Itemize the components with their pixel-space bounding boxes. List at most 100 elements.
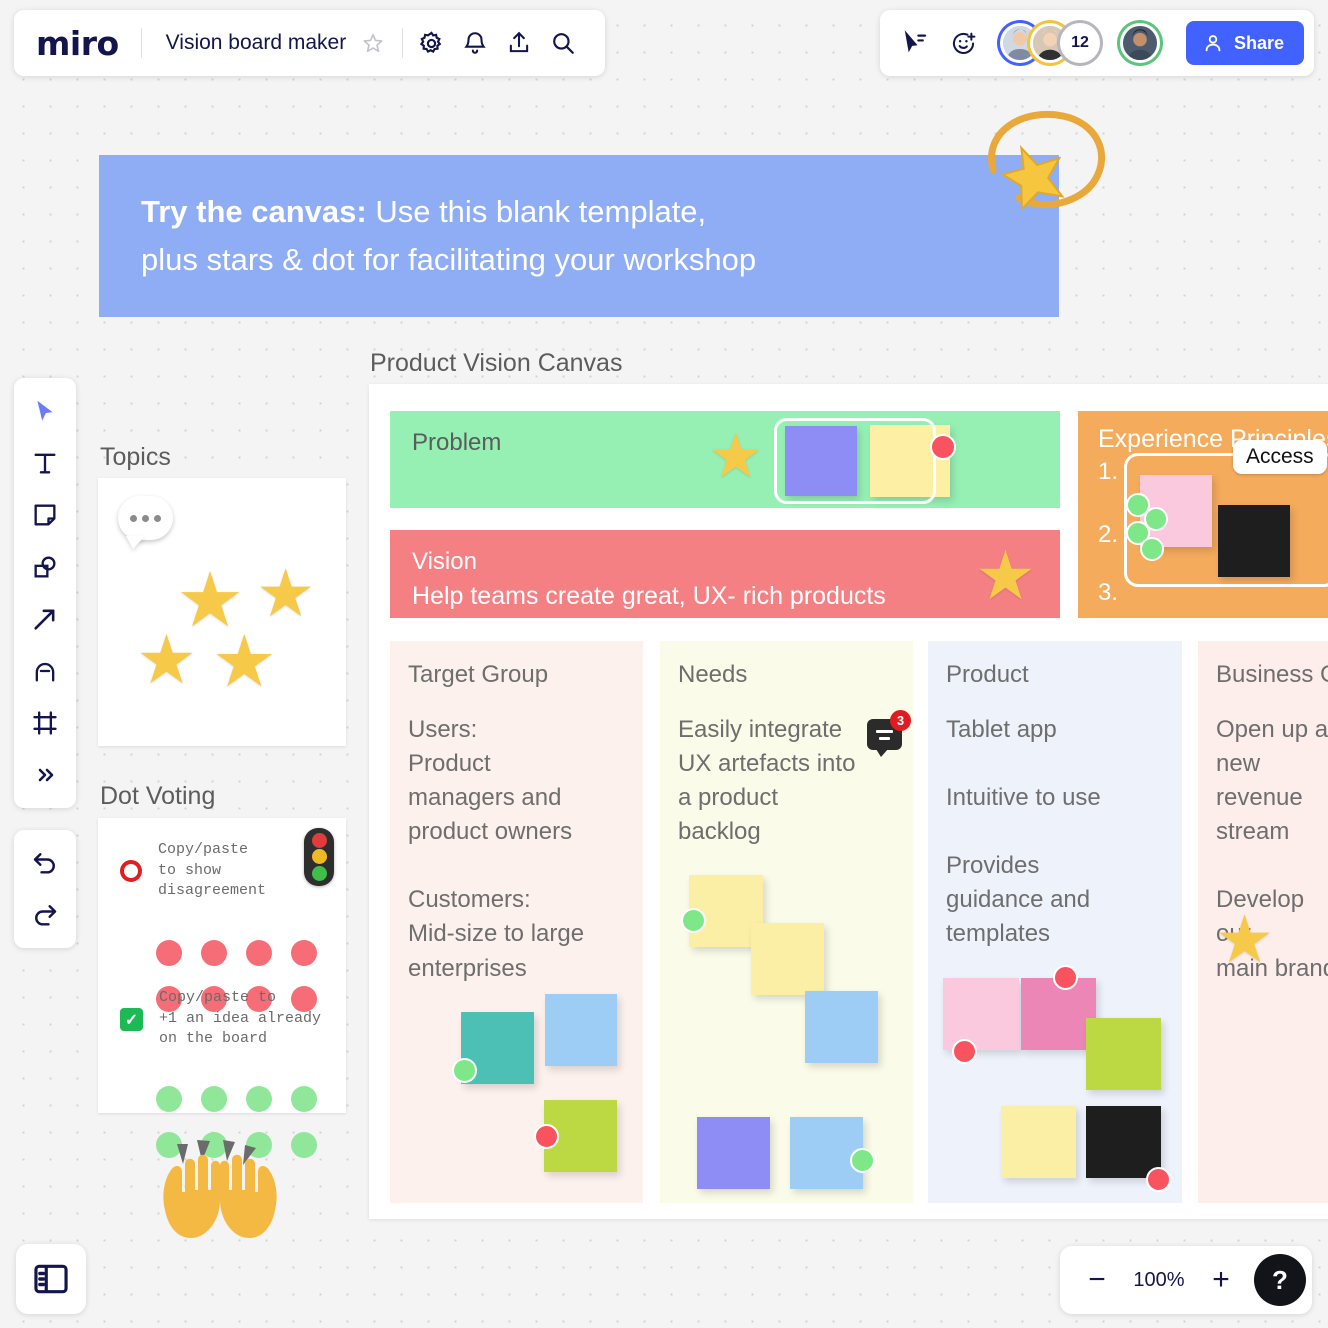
divider [140, 28, 142, 58]
vote-dot[interactable] [1140, 537, 1164, 561]
shapes-tool[interactable] [22, 542, 68, 592]
column-title: Target Group [408, 661, 549, 688]
dot-voting-item-1-text: Copy/paste to show disagreement [158, 841, 267, 900]
vote-dot[interactable] [534, 1124, 559, 1149]
green-check-icon: ✓ [120, 1008, 143, 1031]
sticky-note-tool[interactable] [22, 490, 68, 540]
pen-tool[interactable] [22, 646, 68, 696]
avatar-overflow-count[interactable]: 12 [1059, 23, 1100, 63]
undo-button[interactable] [22, 838, 68, 888]
sticky-note[interactable] [1218, 505, 1290, 577]
column-title: Needs [678, 661, 748, 688]
history-toolbar [14, 830, 76, 948]
top-left-toolbar: miro Vision board maker [14, 10, 606, 76]
vote-dot[interactable] [291, 1132, 317, 1158]
selection-box[interactable] [774, 418, 936, 504]
star-outline-icon[interactable] [356, 26, 390, 60]
connector-arrow-tool[interactable] [22, 594, 68, 644]
help-button[interactable]: ? [1254, 1254, 1306, 1306]
star-sticker[interactable]: ★ [212, 626, 277, 698]
dot-voting-label: Dot Voting [100, 782, 216, 810]
gear-icon[interactable] [409, 21, 453, 65]
vote-dot[interactable] [201, 940, 227, 966]
vote-dot[interactable] [291, 1086, 317, 1112]
zoom-in-button[interactable]: + [1200, 1259, 1242, 1301]
redo-button[interactable] [22, 890, 68, 940]
vote-dot[interactable] [156, 1086, 182, 1112]
sticky-note[interactable] [1086, 1018, 1161, 1090]
miro-board-canvas[interactable]: miro Vision board maker 12 Share Try the… [0, 0, 1328, 1328]
vote-dot[interactable] [952, 1039, 977, 1064]
dot-voting-item-2: ✓ Copy/paste to +1 an idea already on th… [120, 988, 321, 1050]
vision-band[interactable]: Vision Help teams create great, UX- rich… [390, 530, 1060, 618]
experience-item-2: 2. [1098, 521, 1119, 548]
vote-dot[interactable] [681, 908, 706, 933]
vote-dot[interactable] [850, 1148, 875, 1173]
star-sticker[interactable]: ★ [708, 426, 764, 488]
vote-dot[interactable] [452, 1058, 477, 1083]
banner-bold-lead: Try the canvas: [141, 194, 367, 230]
emoji-add-icon[interactable] [942, 21, 986, 65]
vote-dot[interactable] [246, 940, 272, 966]
cursor-tag-icon[interactable] [894, 21, 938, 65]
select-tool[interactable] [22, 386, 68, 436]
zoom-level-value[interactable]: 100% [1124, 1269, 1194, 1292]
vision-body: Help teams create great, UX- rich produc… [412, 582, 886, 610]
vision-title: Vision [412, 548, 477, 575]
frame-tool[interactable] [22, 698, 68, 748]
column-body: Easily integrate UX artefacts into a pro… [678, 716, 856, 846]
column-body: Tablet app Intuitive to use Provides gui… [946, 716, 1101, 948]
dot-voting-item-2-text: Copy/paste to +1 an idea already on the … [159, 989, 322, 1048]
text-tool[interactable] [22, 438, 68, 488]
star-sticker[interactable]: ★ [1215, 906, 1274, 972]
sticky-note[interactable] [943, 978, 1019, 1050]
zoom-toolbar: − 100% + ? [1060, 1246, 1312, 1314]
share-button[interactable]: Share [1185, 21, 1304, 65]
column-title: Product [946, 661, 1029, 688]
search-icon[interactable] [541, 21, 585, 65]
sticky-note[interactable] [1086, 1106, 1161, 1178]
red-ring-icon [120, 860, 142, 882]
vote-dot[interactable] [201, 1086, 227, 1112]
star-sticker[interactable]: ★ [136, 626, 197, 694]
collaborator-avatars[interactable]: 12 [999, 23, 1160, 63]
vote-dot[interactable] [930, 434, 956, 460]
miro-logo[interactable]: miro [36, 27, 119, 60]
dot-voting-item-1: Copy/paste to show disagreement [120, 840, 266, 902]
banner-text: Try the canvas: Use this blank template,… [141, 188, 756, 283]
toggle-sidebar-button[interactable] [16, 1244, 86, 1314]
left-toolbar [14, 378, 76, 808]
vote-dot[interactable] [1146, 1167, 1171, 1192]
top-right-toolbar: 12 Share [879, 10, 1314, 76]
sticky-note[interactable] [697, 1117, 770, 1189]
raised-hands-sticker[interactable] [155, 1138, 285, 1243]
sticky-note[interactable] [751, 923, 824, 995]
sticky-note[interactable] [1021, 978, 1096, 1050]
more-tools-button[interactable] [22, 750, 68, 800]
dot-voting-card[interactable]: Copy/paste to show disagreement ✓ Copy/p… [98, 818, 346, 1158]
topics-label: Topics [100, 443, 171, 471]
share-label: Share [1233, 32, 1284, 53]
vote-dot[interactable] [1053, 965, 1078, 990]
sticky-note[interactable] [805, 991, 878, 1063]
sticky-note[interactable] [545, 994, 617, 1066]
avatar[interactable] [1119, 23, 1160, 63]
vote-dot[interactable] [246, 1086, 272, 1112]
access-chip-label[interactable]: Access [1233, 440, 1327, 474]
try-the-canvas-banner[interactable]: Try the canvas: Use this blank template,… [99, 155, 1059, 317]
traffic-light-sticker [304, 828, 334, 886]
sticky-note[interactable] [1001, 1106, 1076, 1178]
zoom-out-button[interactable]: − [1076, 1259, 1118, 1301]
vote-dot[interactable] [156, 940, 182, 966]
comment-badge[interactable]: 3 [867, 710, 911, 757]
vote-dot[interactable] [291, 940, 317, 966]
topics-card[interactable]: ★ ★ ★ ★ [98, 478, 346, 746]
bell-icon[interactable] [453, 21, 497, 65]
experience-principles-band[interactable]: Experience Principles 1. 2. 3. Access [1078, 411, 1328, 618]
star-sticker[interactable]: ★ [975, 542, 1036, 610]
star-sticker[interactable]: ★ [256, 560, 315, 626]
comment-count: 3 [890, 710, 911, 731]
board-title[interactable]: Vision board maker [166, 31, 347, 55]
upload-icon[interactable] [497, 21, 541, 65]
canvas-label: Product Vision Canvas [370, 349, 623, 377]
